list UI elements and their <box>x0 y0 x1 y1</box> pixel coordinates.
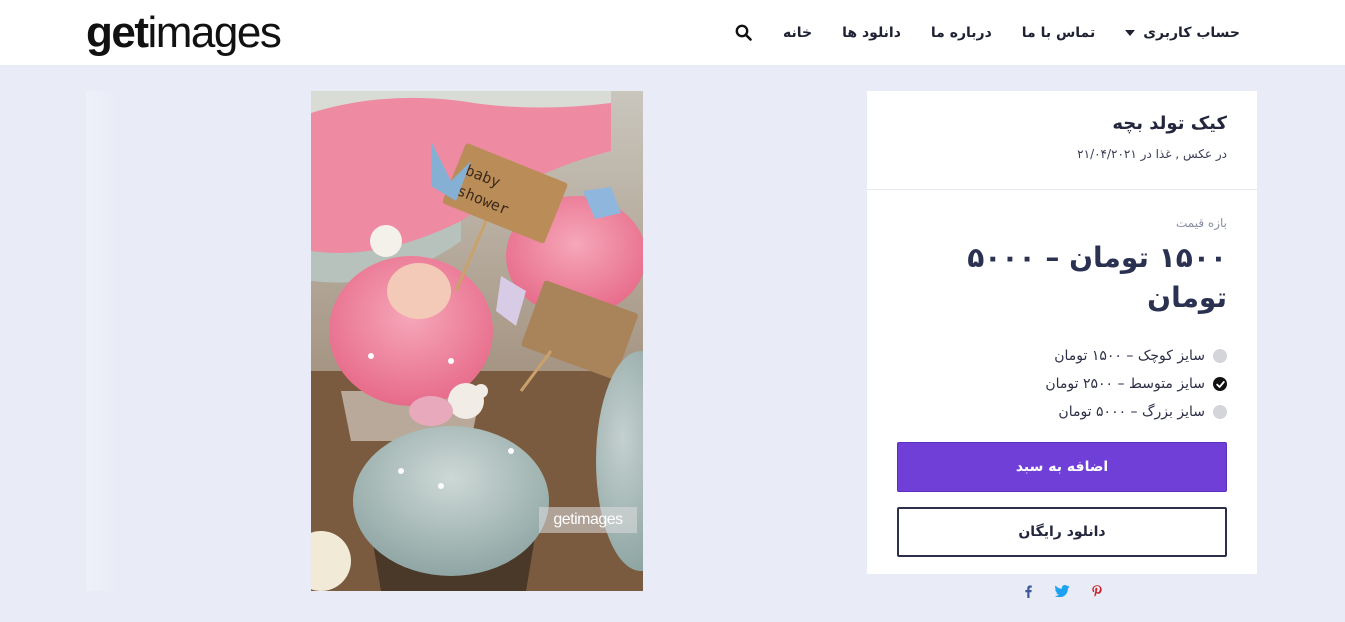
twitter-icon[interactable] <box>1054 585 1070 602</box>
price-range-value: ۱۵۰۰ تومان – ۵۰۰۰ تومان <box>967 241 1227 314</box>
nav-home[interactable]: خانه <box>783 25 812 41</box>
size-option-label: سایز کوچک – ۱۵۰۰ تومان <box>1054 348 1205 364</box>
size-options: سایز کوچک – ۱۵۰۰ تومان سایز متوسط – ۲۵۰۰… <box>897 342 1227 426</box>
logo-light-text: images <box>147 8 282 57</box>
product-meta: در عکس , غذا در ۲۱/۰۴/۲۰۲۱ <box>1077 147 1227 161</box>
add-to-cart-button[interactable]: اضافه به سبد <box>897 442 1227 492</box>
nav-about[interactable]: درباره ما <box>931 25 992 41</box>
nav-contact[interactable]: تماس با ما <box>1022 25 1095 41</box>
size-option-medium[interactable]: سایز متوسط – ۲۵۰۰ تومان <box>897 370 1227 398</box>
facebook-icon[interactable] <box>1023 585 1033 602</box>
site-header: getimages خانه دانلود ها درباره ما تماس … <box>0 0 1345 65</box>
size-option-label: سایز متوسط – ۲۵۰۰ تومان <box>1045 376 1205 392</box>
main-nav: خانه دانلود ها درباره ما تماس با ما حساب… <box>733 0 1240 65</box>
nav-account-dropdown[interactable]: حساب کاربری <box>1125 25 1240 41</box>
check-circle-icon <box>1213 377 1227 391</box>
radio-unchecked-icon <box>1213 349 1227 363</box>
logo-bold-text: get <box>86 8 149 57</box>
social-share <box>897 585 1227 602</box>
size-option-large[interactable]: سایز بزرگ – ۵۰۰۰ تومان <box>897 398 1227 426</box>
product-title: کیک تولد بچه <box>1112 113 1227 134</box>
size-option-label: سایز بزرگ – ۵۰۰۰ تومان <box>1058 404 1205 420</box>
radio-unchecked-icon <box>1213 405 1227 419</box>
adjacent-image-edge <box>86 91 116 591</box>
price-range-label: بازه قیمت <box>1176 216 1227 230</box>
nav-downloads[interactable]: دانلود ها <box>842 25 901 41</box>
size-option-small[interactable]: سایز کوچک – ۱۵۰۰ تومان <box>897 342 1227 370</box>
nav-account-label: حساب کاربری <box>1143 24 1240 41</box>
photo-watermark: getimages <box>539 507 637 533</box>
product-card-header: کیک تولد بچه در عکس , غذا در ۲۱/۰۴/۲۰۲۱ <box>867 91 1257 190</box>
pinterest-icon[interactable] <box>1091 585 1102 602</box>
free-download-button[interactable]: دانلود رایگان <box>897 507 1227 557</box>
site-logo[interactable]: getimages <box>86 8 282 58</box>
product-image[interactable]: baby shower getimages <box>311 91 643 591</box>
search-icon[interactable] <box>733 23 753 43</box>
product-card: کیک تولد بچه در عکس , غذا در ۲۱/۰۴/۲۰۲۱ … <box>867 91 1257 598</box>
caret-down-icon <box>1125 29 1136 36</box>
product-card-body: بازه قیمت ۱۵۰۰ تومان – ۵۰۰۰ تومان سایز ک… <box>867 190 1257 602</box>
